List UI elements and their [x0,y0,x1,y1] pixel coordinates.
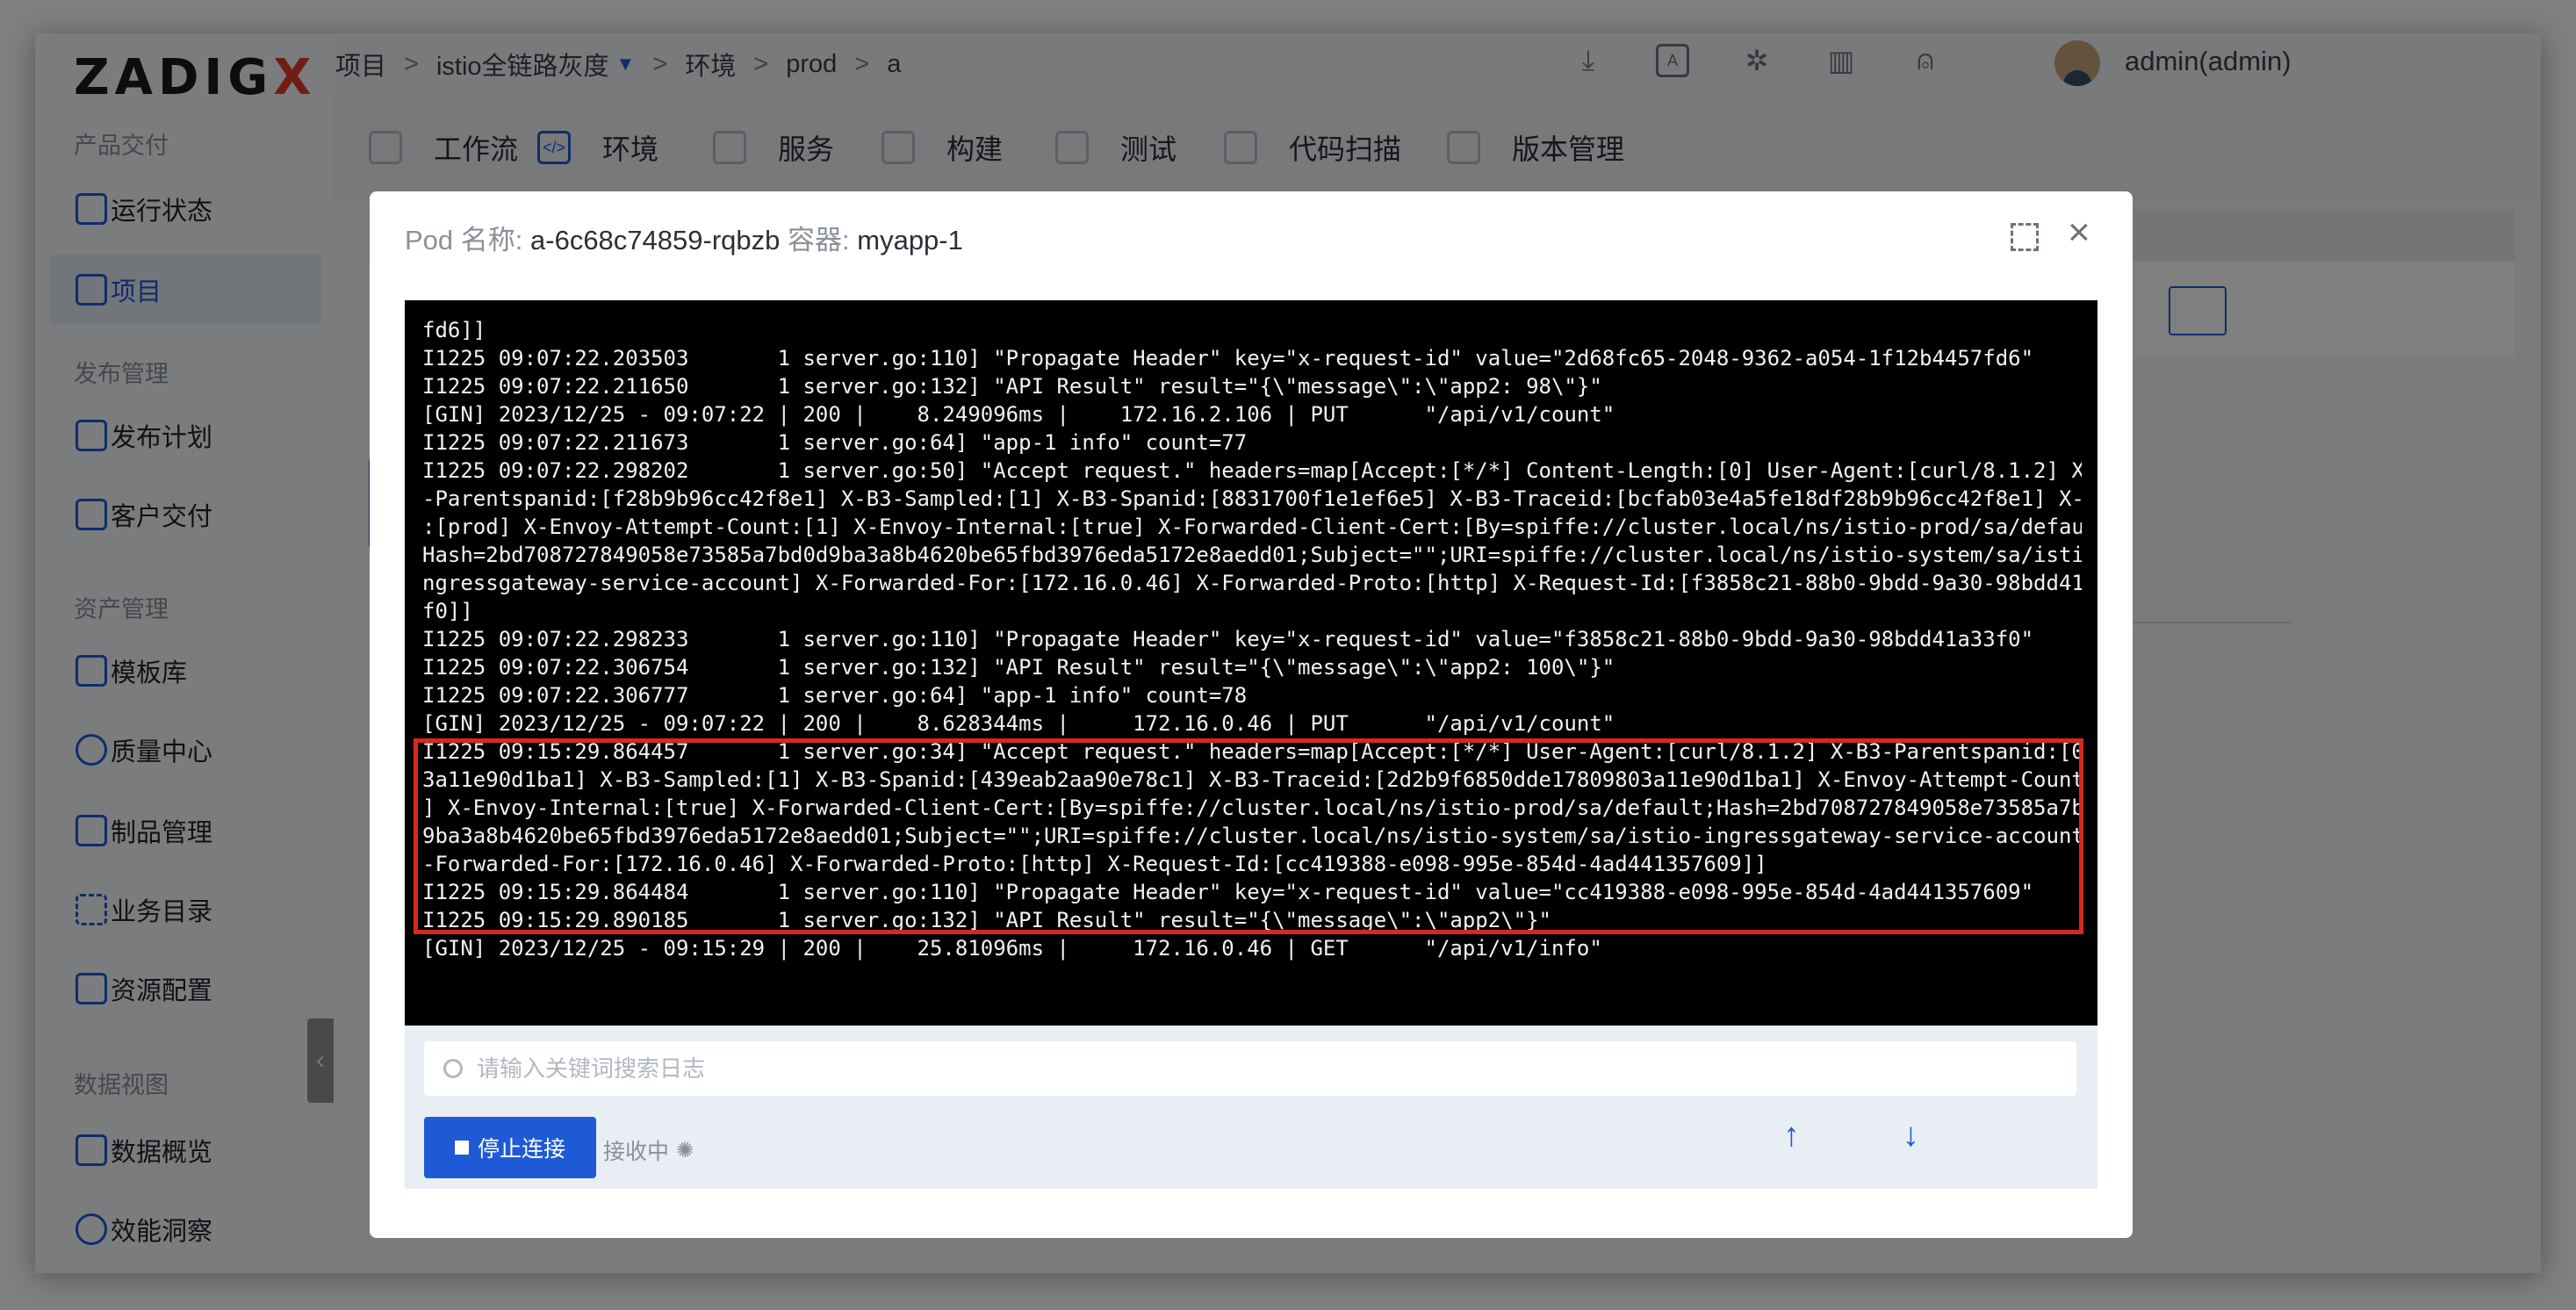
loading-spinner-icon: ✺ [676,1138,694,1162]
log-line: [GIN] 2023/12/25 - 09:15:29 | 200 | 25.8… [422,936,1602,961]
log-line: -Parentspanid:[f28b9b96cc42f8e1] X-B3-Sa… [422,486,2082,511]
scroll-down-icon[interactable]: ↓ [1903,1117,1919,1155]
log-line: [GIN] 2023/12/25 - 09:07:22 | 200 | 8.62… [422,711,1615,736]
log-line: fd6]] [422,318,486,342]
pod-log-modal: Pod 名称: a-6c68c74859-rqbzb 容器: myapp-1 ×… [370,191,2133,1238]
log-line: I1225 09:07:22.306777 1 server.go:64] "a… [422,683,1248,708]
log-controls: 停止连接 接收中 ✺ ↑ ↓ [405,1026,2097,1189]
log-terminal[interactable]: fd6]] I1225 09:07:22.203503 1 server.go:1… [405,300,2097,1026]
modal-title: Pod 名称: a-6c68c74859-rqbzb 容器: myapp-1 [405,218,963,257]
log-line: I1225 09:07:22.203503 1 server.go:110] "… [422,346,2034,371]
close-icon[interactable]: × [2068,211,2090,255]
log-search [424,1041,2076,1096]
log-line: :[prod] X-Envoy-Attempt-Count:[1] X-Envo… [422,515,2082,539]
pod-name: a-6c68c74859-rqbzb [530,225,781,256]
search-icon [443,1059,463,1078]
log-line: [GIN] 2023/12/25 - 09:07:22 | 200 | 8.24… [422,402,1615,427]
log-line: I1225 09:07:22.298233 1 server.go:110] "… [422,627,2034,651]
scroll-up-icon[interactable]: ↑ [1783,1117,1800,1155]
stop-connection-button[interactable]: 停止连接 [424,1117,596,1178]
log-line: I1225 09:07:22.306754 1 server.go:132] "… [422,655,1615,680]
log-search-input[interactable] [477,1054,1969,1083]
log-line: ngressgateway-service-account] X-Forward… [422,571,2082,595]
connection-status: 接收中 ✺ [603,1134,694,1166]
log-line: I1225 09:07:22.211650 1 server.go:132] "… [422,374,1602,399]
container-label: 容器: [788,225,850,256]
status-text: 接收中 [603,1140,670,1164]
log-line: Hash=2bd708727849058e73585a7bd0d9ba3a8b4… [422,543,2082,567]
pod-name-label: Pod 名称: [405,225,523,256]
log-line: I1225 09:07:22.211673 1 server.go:64] "a… [422,430,1248,455]
highlight-box [414,738,2083,934]
log-line: I1225 09:07:22.298202 1 server.go:50] "A… [422,458,2082,483]
stop-icon [454,1141,469,1155]
fullscreen-icon[interactable] [2011,223,2039,251]
container-name: myapp-1 [857,225,963,256]
stop-label: 停止连接 [477,1137,565,1162]
log-line: f0]] [422,599,473,623]
